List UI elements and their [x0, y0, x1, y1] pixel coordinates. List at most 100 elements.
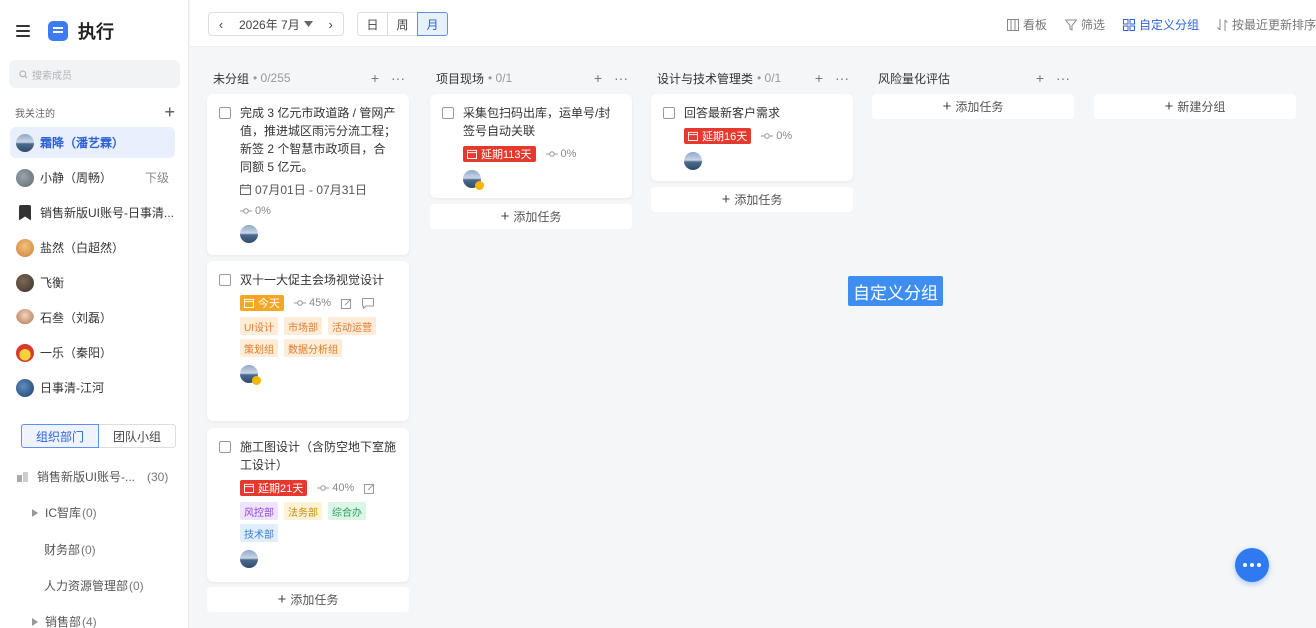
member-name: 石叁（刘磊）	[40, 311, 113, 325]
task-progress: 0%	[560, 148, 577, 160]
month-navigator: ‹ 2026年 7月 ›	[208, 12, 344, 36]
overdue-label: 延期21天	[258, 483, 304, 495]
tag[interactable]: 法务部	[284, 502, 322, 520]
add-task-button[interactable]: + 添加任务	[651, 187, 853, 212]
app-logo-icon	[48, 21, 68, 41]
member-item[interactable]: 盐然（白超然）	[10, 232, 175, 263]
owner-avatar[interactable]	[463, 170, 484, 190]
task-card[interactable]: 完成 3 亿元市政道路 / 管网产值，推进城区雨污分流工程；新签 2 个智慧市政…	[207, 94, 409, 255]
task-card[interactable]: 双十一大促主会场视觉设计 今天 45% UI设计 市场部 活动运营 策划组 数据…	[207, 261, 409, 421]
org-name: 人力资源管理部	[44, 579, 129, 593]
menu-icon[interactable]	[16, 25, 30, 37]
org-item[interactable]: 财务部 (0)	[44, 541, 96, 558]
member-item[interactable]: 小静（周畅） 下级	[10, 162, 175, 193]
more-icon[interactable]: ···	[614, 70, 628, 86]
task-checkbox[interactable]	[219, 107, 231, 119]
column-title: 项目现场	[436, 71, 485, 86]
toolbar: ‹ 2026年 7月 › 日 周 月 看板 筛选 自定义分组 按最近更新排序	[190, 0, 1316, 47]
view-week-button[interactable]: 周	[387, 12, 418, 36]
edit-icon[interactable]	[364, 483, 375, 494]
filter-icon	[1064, 19, 1077, 31]
column-count: • 0/255	[253, 71, 291, 85]
task-card[interactable]: 回答最新客户需求 延期16天 0%	[651, 94, 853, 181]
more-icon[interactable]: ···	[835, 70, 849, 86]
new-group-button[interactable]: + 新建分组	[1094, 94, 1296, 119]
tag[interactable]: 活动运营	[328, 317, 376, 335]
org-item[interactable]: 人力资源管理部 (0)	[44, 577, 144, 594]
custom-group-button[interactable]: 自定义分组	[1122, 16, 1199, 33]
custom-group-label: 自定义分组	[1138, 18, 1199, 32]
edit-icon[interactable]	[341, 298, 352, 309]
add-task-button[interactable]: + 添加任务	[207, 587, 409, 612]
calendar-icon	[244, 483, 254, 493]
view-day-button[interactable]: 日	[357, 12, 388, 36]
member-name: 飞衡	[40, 276, 65, 290]
member-item[interactable]: 石叁（刘磊）	[10, 302, 175, 333]
sort-button[interactable]: 按最近更新排序	[1217, 16, 1316, 33]
tag[interactable]: 风控部	[240, 502, 278, 520]
member-item[interactable]: 飞衡	[10, 267, 175, 298]
task-checkbox[interactable]	[442, 107, 454, 119]
avatar	[16, 343, 34, 362]
tag[interactable]: 数据分析组	[284, 339, 342, 357]
view-month-button[interactable]: 月	[417, 12, 448, 36]
member-item[interactable]: 霜降（潘艺霖）	[10, 127, 175, 158]
org-count: (30)	[147, 469, 169, 484]
task-checkbox[interactable]	[663, 107, 675, 119]
tag[interactable]: 综合办	[328, 502, 366, 520]
task-card[interactable]: 施工图设计（含防空地下室施工设计） 延期21天 40% 风控部 法务部 综合办 …	[207, 428, 409, 582]
filter-button[interactable]: 筛选	[1064, 16, 1105, 33]
add-task-button[interactable]: + 添加任务	[872, 94, 1074, 119]
add-icon[interactable]: +	[594, 70, 602, 86]
caret-right-icon[interactable]	[32, 617, 38, 626]
task-progress: 40%	[332, 482, 355, 494]
column-title: 风险量化评估	[878, 71, 951, 86]
caret-right-icon[interactable]	[32, 508, 38, 517]
view-switch: 日 周 月	[357, 12, 448, 36]
member-item[interactable]: 一乐（秦阳）	[10, 337, 175, 368]
month-picker[interactable]: 2026年 7月	[233, 16, 319, 33]
add-icon[interactable]: +	[815, 70, 823, 86]
add-icon[interactable]: +	[371, 70, 379, 86]
owner-avatar[interactable]	[240, 550, 258, 568]
task-checkbox[interactable]	[219, 274, 231, 286]
comment-icon[interactable]	[362, 297, 375, 309]
task-title: 采集包扫码出库，运单号/封签号自动关联	[463, 106, 611, 138]
grid-icon	[1122, 18, 1135, 31]
member-name: 一乐（秦阳）	[40, 346, 113, 360]
prev-month-icon[interactable]: ‹	[209, 17, 233, 32]
more-actions-button[interactable]	[1235, 548, 1269, 582]
task-title: 施工图设计（含防空地下室施工设计）	[240, 440, 397, 472]
member-search-input[interactable]: 搜索成员	[9, 60, 180, 88]
org-item[interactable]: 销售部 (4)	[32, 613, 97, 628]
add-icon[interactable]: +	[1036, 70, 1044, 86]
tab-team-groups[interactable]: 团队小组	[99, 424, 177, 448]
plus-icon: +	[277, 591, 287, 608]
member-item[interactable]: 销售新版UI账号-日事清...	[10, 197, 175, 228]
add-task-button[interactable]: + 添加任务	[430, 204, 632, 229]
org-item[interactable]: IC智库 (0)	[32, 504, 97, 521]
month-label: 2026年 7月	[239, 17, 300, 32]
plus-icon: +	[500, 208, 510, 225]
member-item[interactable]: 日事清-江河	[10, 372, 175, 403]
tag[interactable]: 市场部	[284, 317, 322, 335]
task-card[interactable]: 采集包扫码出库，运单号/封签号自动关联 延期113天 0%	[430, 94, 632, 198]
column-title: 未分组	[213, 71, 250, 86]
owner-avatar[interactable]	[684, 152, 702, 170]
more-icon[interactable]: ···	[391, 70, 405, 86]
kanban-button[interactable]: 看板	[1006, 16, 1047, 33]
owner-avatar[interactable]	[240, 225, 258, 243]
owner-avatar[interactable]	[240, 365, 261, 385]
tag[interactable]: UI设计	[240, 317, 278, 335]
add-task-label: 添加任务	[290, 593, 339, 607]
add-follow-icon[interactable]: +	[164, 103, 175, 121]
tag[interactable]: 策划组	[240, 339, 278, 357]
app-header: 执行	[16, 18, 114, 44]
task-checkbox[interactable]	[219, 441, 231, 453]
tag[interactable]: 技术部	[240, 524, 278, 542]
next-month-icon[interactable]: ›	[319, 17, 343, 32]
org-item[interactable]: 销售新版UI账号-... (30)	[17, 468, 168, 485]
tab-org-departments[interactable]: 组织部门	[21, 424, 100, 448]
more-icon[interactable]: ···	[1056, 70, 1070, 86]
plus-icon: +	[942, 98, 952, 115]
